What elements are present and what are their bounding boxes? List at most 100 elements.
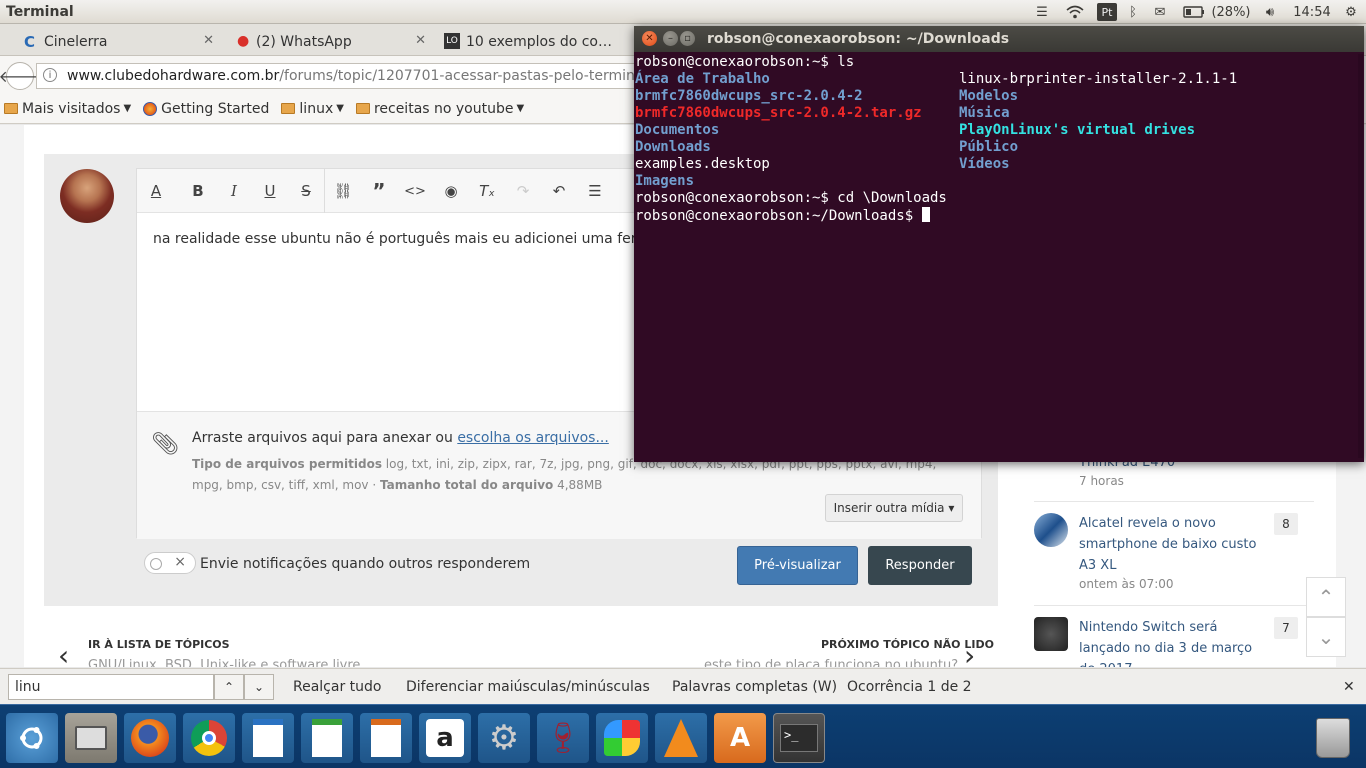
bluetooth-icon[interactable]: ᛒ: [1126, 0, 1140, 24]
settings-icon[interactable]: ⚙: [478, 713, 530, 763]
strikethrough-button[interactable]: S: [293, 179, 319, 203]
playonlinux-icon[interactable]: [596, 713, 648, 763]
undo-icon[interactable]: ↶: [546, 179, 572, 203]
sidebar-item-title[interactable]: Nintendo Switch será lançado no dia 3 de…: [1079, 617, 1259, 667]
italic-button[interactable]: I: [221, 179, 247, 203]
tab-cinelerra[interactable]: C Cinelerra ✕: [22, 27, 222, 56]
maximize-window-button[interactable]: ▫: [680, 31, 695, 46]
prev-topic-sub[interactable]: GNU/Linux, BSD, Unix-like e software liv…: [88, 658, 360, 667]
chrome-icon[interactable]: [183, 713, 235, 763]
find-bar: linu ⌃ ⌄ Realçar tudo Diferenciar maiúsc…: [0, 668, 1366, 704]
terminal-output[interactable]: robson@conexaorobson:~$ ls Área de Traba…: [635, 54, 1357, 458]
close-tab-icon[interactable]: ✕: [415, 33, 426, 48]
bookmark-getting-started[interactable]: Getting Started: [143, 101, 269, 117]
active-app-title: Terminal: [6, 3, 74, 20]
reply-count-badge: 7: [1274, 617, 1298, 639]
terminal-titlebar: ✕ – ▫ robson@conexaorobson: ~/Downloads: [634, 26, 1364, 52]
url-input[interactable]: i www.clubedohardware.com.br/forums/topi…: [36, 63, 686, 89]
code-icon[interactable]: <>: [402, 179, 428, 203]
url-domain: www.clubedohardware.com.br: [67, 68, 280, 84]
files-icon[interactable]: [65, 713, 117, 763]
preview-button[interactable]: Pré-visualizar: [737, 546, 858, 585]
info-icon[interactable]: i: [43, 68, 57, 82]
terminal-ls-entry: Imagens: [635, 173, 695, 189]
back-button[interactable]: 🡐: [0, 62, 41, 90]
find-previous-button[interactable]: ⌃: [214, 674, 244, 700]
terminal-ls-entry: linux-brprinter-installer-2.1.1-1: [959, 71, 1238, 87]
quote-icon[interactable]: ”: [366, 179, 392, 203]
upload-size-label: Tamanho total do arquivo: [379, 478, 554, 492]
impress-icon[interactable]: [360, 713, 412, 763]
writer-icon[interactable]: [242, 713, 294, 763]
find-next-button[interactable]: ⌄: [244, 674, 274, 700]
prev-topic-label[interactable]: IR À LISTA DE TÓPICOS: [88, 638, 230, 651]
bookmark-label: receitas no youtube: [373, 100, 514, 117]
reply-button[interactable]: Responder: [868, 546, 972, 585]
tab-whatsapp[interactable]: ● (2) WhatsApp ✕: [234, 27, 434, 56]
next-topic-sub[interactable]: este tipo de placa funciona no ubuntu?: [704, 658, 958, 667]
terminal-scrollbar[interactable]: [1358, 54, 1363, 458]
editor-text[interactable]: na realidade esse ubuntu não é português…: [153, 231, 682, 247]
bullet-list-icon[interactable]: ☰: [582, 179, 608, 203]
terminal-ls-entry: Documentos: [635, 122, 720, 138]
thumbnail: [1034, 513, 1068, 547]
calc-icon[interactable]: [301, 713, 353, 763]
terminal-ls-entry: brmfc7860dwcups_src-2.0.4-2.tar.gz: [635, 105, 922, 121]
microphone-icon: ●: [237, 33, 250, 49]
font-color-button[interactable]: A: [143, 179, 169, 203]
bookmark-mais-visitados[interactable]: Mais visitados ▼: [4, 101, 131, 117]
launcher-dock: a ⚙ 🍷︎ A >_: [0, 704, 1366, 768]
sidebar-item-title[interactable]: Alcatel revela o novo smartphone de baix…: [1079, 513, 1259, 576]
pt-keyboard-icon[interactable]: Pt: [1097, 3, 1117, 21]
clear-format-icon[interactable]: Tₓ: [474, 179, 500, 203]
bookmark-receitas[interactable]: receitas no youtube ▼: [355, 100, 524, 117]
volume-icon[interactable]: 🔊︎: [1259, 0, 1281, 24]
minimize-window-button[interactable]: –: [663, 31, 678, 46]
chevron-right-icon[interactable]: ›: [964, 639, 975, 667]
redo-icon[interactable]: ↷: [510, 179, 536, 203]
avatar[interactable]: [60, 169, 114, 223]
wine-icon[interactable]: 🍷︎: [537, 713, 589, 763]
whole-words-option[interactable]: Palavras completas (W): [672, 679, 837, 695]
insert-media-button[interactable]: Inserir outra mídia ▾: [825, 494, 963, 522]
amazon-icon[interactable]: a: [419, 713, 471, 763]
close-tab-icon[interactable]: ✕: [203, 33, 214, 48]
battery-icon[interactable]: [1182, 0, 1206, 24]
eye-icon[interactable]: ◉: [438, 179, 464, 203]
keyboard-menu-icon[interactable]: ☰: [1032, 0, 1052, 24]
terminal-ls-entry: Modelos: [959, 88, 1019, 104]
notify-toggle[interactable]: [144, 552, 196, 574]
bookmark-label: linux: [299, 100, 334, 117]
mail-icon[interactable]: ✉: [1150, 0, 1170, 24]
reply-count-badge: 8: [1274, 513, 1298, 535]
wifi-icon[interactable]: [1064, 0, 1086, 24]
close-find-bar-icon[interactable]: ✕: [1343, 679, 1355, 695]
bold-button[interactable]: B: [185, 179, 211, 203]
link-icon[interactable]: ⛓: [330, 179, 356, 203]
terminal-icon[interactable]: >_: [773, 713, 825, 763]
divider: [1034, 501, 1314, 502]
clock[interactable]: 14:54: [1290, 0, 1334, 24]
url-path: /forums/topic/1207701-acessar-pastas-pel…: [279, 68, 648, 84]
find-input[interactable]: linu: [8, 674, 214, 700]
choose-files-link[interactable]: escolha os arquivos...: [457, 430, 609, 446]
firefox-icon[interactable]: [124, 713, 176, 763]
tab-label: Cinelerra: [44, 33, 108, 50]
tab-10-exemplos[interactable]: LO 10 exemplos do co…: [444, 27, 634, 56]
system-gear-icon[interactable]: ⚙: [1342, 0, 1360, 24]
highlight-all-option[interactable]: Realçar tudo: [293, 679, 381, 695]
scroll-down-button[interactable]: ⌄: [1306, 617, 1346, 657]
match-case-option[interactable]: Diferenciar maiúsculas/minúsculas: [406, 679, 650, 695]
chevron-down-icon: ▼: [336, 103, 344, 114]
bookmark-label: Mais visitados: [22, 100, 121, 117]
software-center-icon[interactable]: A: [714, 713, 766, 763]
underline-button[interactable]: U: [257, 179, 283, 203]
vlc-icon[interactable]: [655, 713, 707, 763]
terminal-line: robson@conexaorobson:~$ cd \Downloads: [635, 190, 947, 206]
ubuntu-icon[interactable]: [6, 713, 58, 763]
trash-icon[interactable]: [1307, 713, 1359, 763]
close-window-button[interactable]: ✕: [642, 31, 657, 46]
bookmark-linux[interactable]: linux ▼: [281, 101, 344, 117]
scroll-up-button[interactable]: ⌃: [1306, 577, 1346, 617]
chevron-left-icon[interactable]: ‹: [58, 639, 69, 667]
